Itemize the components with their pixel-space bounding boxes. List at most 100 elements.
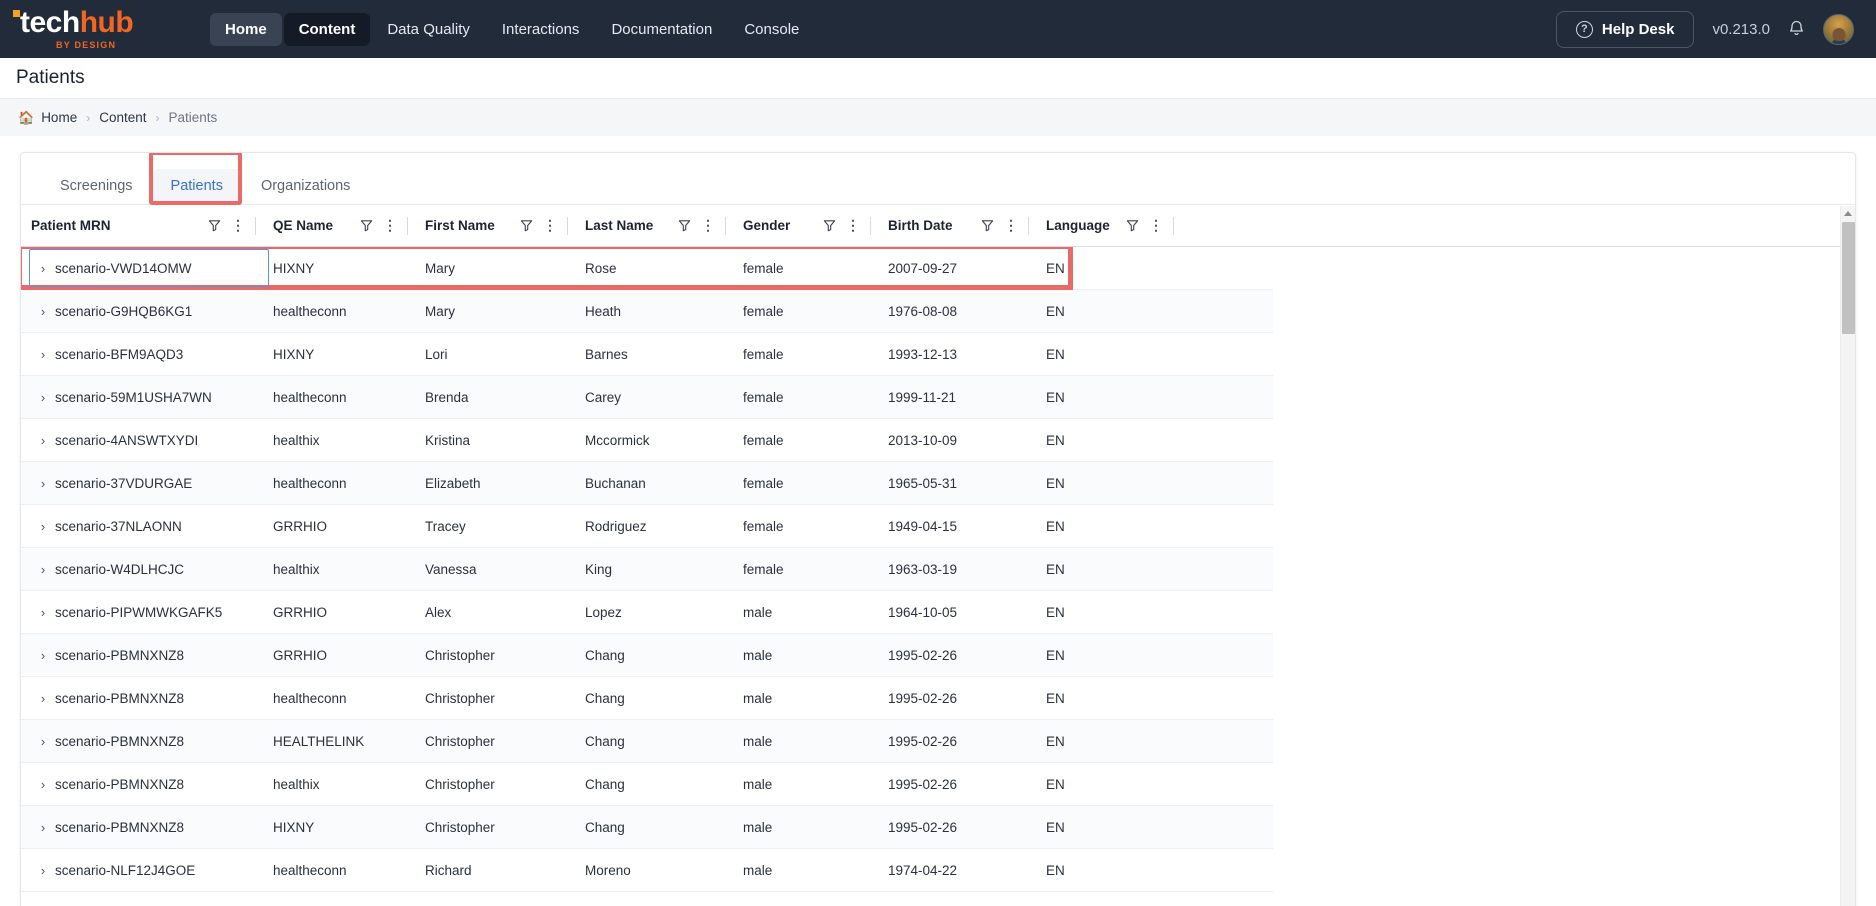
cell-gender[interactable]: male [743,634,888,676]
cell-gender[interactable]: male [743,591,888,633]
filter-icon[interactable] [823,219,836,232]
cell-qe-name[interactable]: HEALTHELINK [273,720,425,762]
cell-language[interactable]: EN [1046,290,1191,332]
cell-birth-date[interactable]: 1974-04-22 [888,849,1046,891]
expand-row-chevron-icon[interactable]: › [31,562,55,577]
bell-icon[interactable] [1788,19,1805,40]
table-row[interactable]: › scenario-BFM9AQD3 HIXNY Lori Barnes female 1… [21,333,1273,376]
vertical-scrollbar[interactable] [1840,206,1855,906]
cell-qe-name[interactable]: GRRHIO [273,505,425,547]
cell-first-name[interactable]: Lori [425,333,585,375]
cell-language[interactable]: EN [1046,333,1191,375]
cell-patient-mrn[interactable]: scenario-PIPWMWKGAFK5 [55,591,273,633]
cell-first-name[interactable]: Christopher [425,634,585,676]
cell-language[interactable]: EN [1046,763,1191,805]
cell-language[interactable]: EN [1046,548,1191,590]
cell-last-name[interactable]: Buchanan [585,462,743,504]
table-row[interactable]: › scenario-37NLAONN GRRHIO Tracey Rodriguez f… [21,505,1273,548]
cell-birth-date[interactable]: 1995-02-26 [888,634,1046,676]
cell-language[interactable]: EN [1046,849,1191,891]
expand-row-chevron-icon[interactable]: › [31,605,55,620]
expand-row-chevron-icon[interactable]: › [31,261,55,276]
expand-row-chevron-icon[interactable]: › [31,347,55,362]
cell-first-name[interactable]: Kristina [425,419,585,461]
cell-language[interactable]: EN [1046,634,1191,676]
cell-first-name[interactable]: Tracey [425,505,585,547]
cell-patient-mrn[interactable]: scenario-37VDURGAE [55,462,273,504]
cell-qe-name[interactable]: healtheconn [273,462,425,504]
breadcrumb-item-home[interactable]: Home [41,110,77,125]
tab-screenings[interactable]: Screenings [41,169,152,205]
scroll-up-arrow-icon[interactable] [1844,211,1852,216]
cell-language[interactable]: EN [1046,247,1191,289]
cell-first-name[interactable]: Brenda [425,376,585,418]
cell-patient-mrn[interactable]: scenario-PBMNXNZ8 [55,677,273,719]
column-menu-icon[interactable]: ⋮ [846,218,860,232]
cell-qe-name[interactable]: healthix [273,548,425,590]
expand-row-chevron-icon[interactable]: › [31,476,55,491]
cell-birth-date[interactable]: 1995-02-26 [888,677,1046,719]
cell-gender[interactable]: female [743,419,888,461]
cell-gender[interactable]: female [743,247,888,289]
column-menu-icon[interactable]: ⋮ [383,218,397,232]
cell-qe-name[interactable]: healtheconn [273,849,425,891]
cell-last-name[interactable]: Chang [585,720,743,762]
column-menu-icon[interactable]: ⋮ [1004,218,1018,232]
expand-row-chevron-icon[interactable]: › [31,863,55,878]
cell-first-name[interactable]: Elizabeth [425,462,585,504]
cell-qe-name[interactable]: healthix [273,763,425,805]
breadcrumb-item-content[interactable]: Content [99,110,146,125]
cell-patient-mrn[interactable]: scenario-PBMNXNZ8 [55,634,273,676]
cell-patient-mrn[interactable]: scenario-4ANSWTXYDI [55,419,273,461]
expand-row-chevron-icon[interactable]: › [31,390,55,405]
cell-last-name[interactable]: Moreno [585,849,743,891]
nav-item-home[interactable]: Home [210,12,282,46]
cell-patient-mrn[interactable]: scenario-37NLAONN [55,505,273,547]
cell-qe-name[interactable]: HIXNY [273,333,425,375]
table-row[interactable]: › scenario-G9HQB6KG1 healtheconn Mary Heath f… [21,290,1273,333]
cell-last-name[interactable]: Rodriguez [585,505,743,547]
app-logo[interactable]: techhub BY DESIGN [13,8,174,50]
filter-icon[interactable] [208,219,221,232]
filter-icon[interactable] [678,219,691,232]
cell-first-name[interactable]: Mary [425,247,585,289]
cell-gender[interactable]: male [743,720,888,762]
cell-first-name[interactable]: Alex [425,591,585,633]
cell-patient-mrn[interactable]: scenario-NLF12J4GOE [55,849,273,891]
cell-language[interactable]: EN [1046,419,1191,461]
cell-first-name[interactable]: Christopher [425,763,585,805]
table-row[interactable]: › scenario-PBMNXNZ8 HEALTHELINK Christopher… [21,720,1273,763]
cell-last-name[interactable]: Chang [585,677,743,719]
column-header-birth-date[interactable]: Birth Date ⋮ [888,205,1046,246]
expand-row-chevron-icon[interactable]: › [31,519,55,534]
cell-language[interactable]: EN [1046,376,1191,418]
cell-gender[interactable]: female [743,505,888,547]
nav-item-documentation[interactable]: Documentation [596,13,727,46]
cell-first-name[interactable]: Christopher [425,677,585,719]
expand-row-chevron-icon[interactable]: › [31,648,55,663]
cell-birth-date[interactable]: 1963-03-19 [888,548,1046,590]
cell-language[interactable]: EN [1046,806,1191,848]
cell-first-name[interactable]: Mary [425,290,585,332]
column-header-language[interactable]: Language ⋮ [1046,205,1191,246]
table-row[interactable]: › scenario-PIPWMWKGAFK5 GRRHIO Alex Lopez mal… [21,591,1273,634]
nav-item-interactions[interactable]: Interactions [487,13,595,46]
cell-birth-date[interactable]: 1995-02-26 [888,763,1046,805]
cell-patient-mrn[interactable]: scenario-PBMNXNZ8 [55,720,273,762]
column-header-last-name[interactable]: Last Name ⋮ [585,205,743,246]
cell-first-name[interactable]: Richard [425,849,585,891]
cell-birth-date[interactable]: 1964-10-05 [888,591,1046,633]
expand-row-chevron-icon[interactable]: › [31,777,55,792]
cell-last-name[interactable]: Lopez [585,591,743,633]
table-row[interactable]: › scenario-37VDURGAE healtheconn Elizabeth B… [21,462,1273,505]
column-menu-icon[interactable]: ⋮ [701,218,715,232]
cell-gender[interactable]: female [743,376,888,418]
cell-last-name[interactable]: Heath [585,290,743,332]
cell-language[interactable]: EN [1046,462,1191,504]
table-row[interactable]: › scenario-59M1USHA7WN healtheconn Brenda Ca… [21,376,1273,419]
cell-birth-date[interactable]: 2013-10-09 [888,419,1046,461]
table-row[interactable]: › scenario-PBMNXNZ8 HIXNY Christopher Chang m… [21,806,1273,849]
filter-icon[interactable] [981,219,994,232]
nav-item-content[interactable]: Content [283,12,371,46]
column-menu-icon[interactable]: ⋮ [543,218,557,232]
